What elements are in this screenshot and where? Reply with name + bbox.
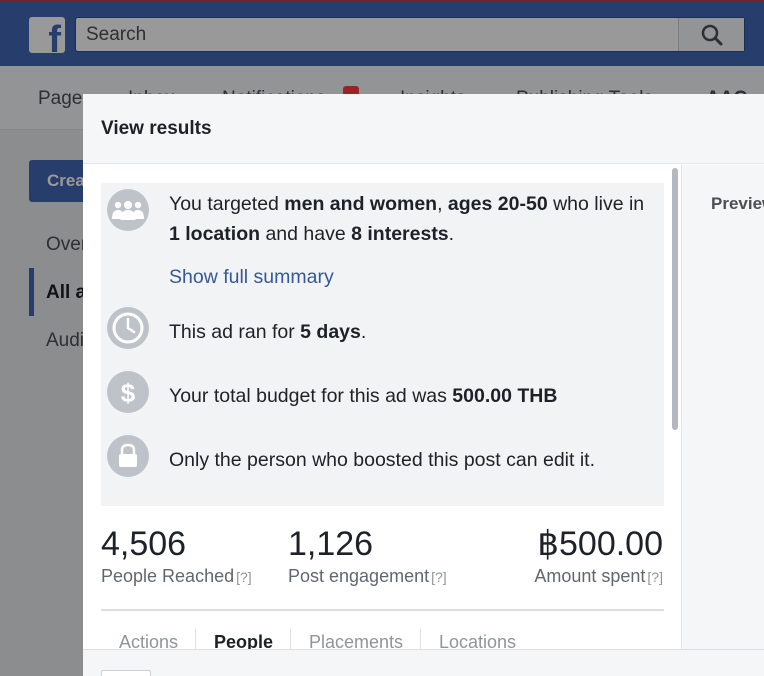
amount-spent-label: Amount spent: [534, 566, 646, 586]
targeting-summary: You targeted men and women, ages 20-50 w…: [169, 193, 645, 245]
post-engagement-value: 1,126: [288, 525, 374, 563]
amount-spent-stat: ฿500.00 Amount spent [?]: [534, 524, 663, 587]
duration-summary: This ad ran for 5 days.: [169, 321, 367, 343]
dialog-header: View results: [83, 94, 764, 164]
dialog-title: View results: [101, 118, 212, 139]
lock-icon: [107, 435, 149, 477]
scrollbar[interactable]: [670, 168, 680, 650]
people-reached-label: People Reached: [101, 566, 235, 586]
people-reached-help[interactable]: [?]: [236, 569, 252, 585]
amount-spent-help[interactable]: [?]: [647, 569, 663, 585]
preview-label: Preview: [711, 194, 764, 213]
clock-icon: [107, 307, 149, 349]
edit-permission-note: Only the person who boosted this post ca…: [169, 449, 596, 471]
post-engagement-stat: 1,126 Post engagement [?]: [288, 524, 447, 587]
view-results-dialog: View results You targeted men and women,…: [83, 94, 764, 676]
audience-icon: [107, 189, 149, 231]
post-engagement-label: Post engagement: [288, 566, 430, 586]
amount-spent-value: ฿500.00: [537, 525, 663, 563]
footer-button[interactable]: [101, 670, 151, 676]
budget-summary: Your total budget for this ad was 500.00…: [169, 385, 558, 407]
section-divider: [101, 609, 664, 611]
people-reached-stat: 4,506 People Reached [?]: [101, 524, 252, 587]
preview-panel: Preview: [681, 165, 764, 655]
dollar-icon: $: [107, 371, 149, 413]
post-engagement-help[interactable]: [?]: [431, 569, 447, 585]
show-full-summary-link[interactable]: Show full summary: [169, 266, 334, 289]
dialog-footer: [83, 649, 764, 676]
scrollbar-thumb[interactable]: [672, 168, 678, 430]
svg-text:$: $: [121, 378, 136, 407]
ad-summary-card: You targeted men and women, ages 20-50 w…: [101, 183, 664, 506]
people-reached-value: 4,506: [101, 525, 187, 563]
